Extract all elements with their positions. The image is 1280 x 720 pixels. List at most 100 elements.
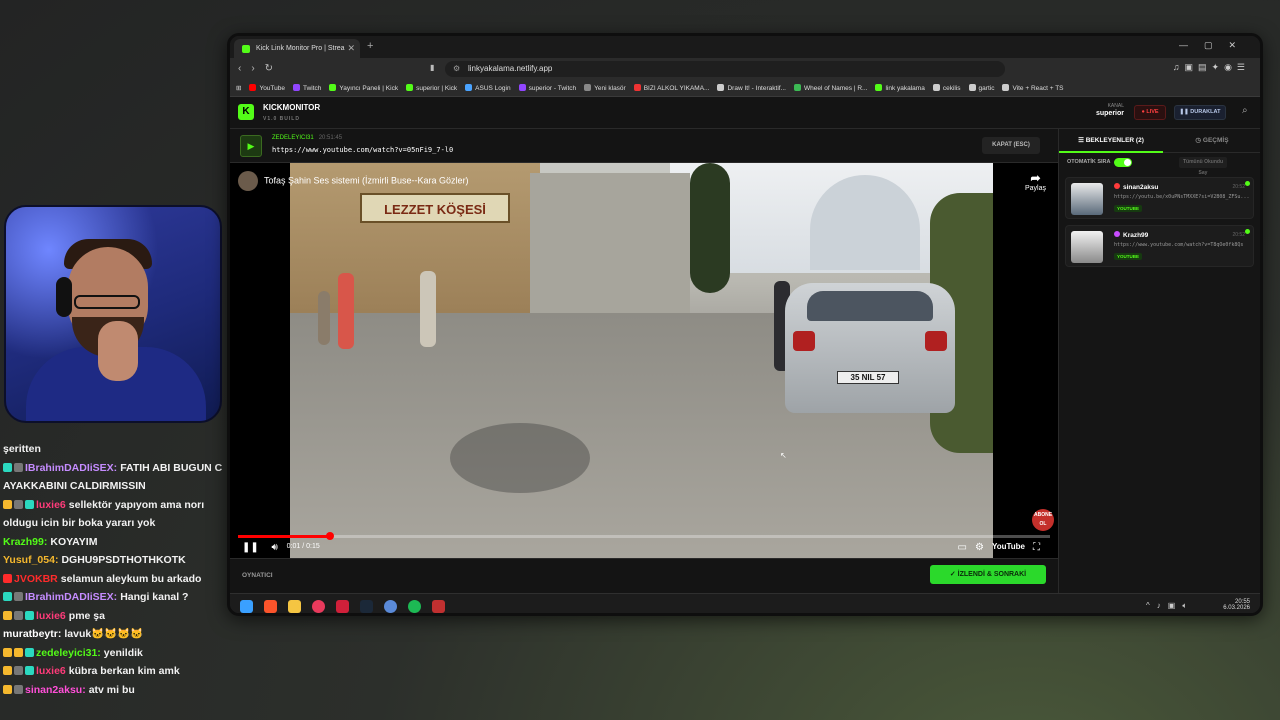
chat-username[interactable]: luxie6: [36, 665, 66, 677]
video-frame: LEZZET KÖŞESİ 35 NIL 57: [290, 163, 993, 558]
chat-username[interactable]: zedeleyici31:: [36, 647, 101, 659]
pause-icon[interactable]: ❚❚: [242, 542, 259, 553]
extension-icons[interactable]: ♫▣▤✦◉☰: [1173, 62, 1250, 73]
chat-username[interactable]: luxie6: [36, 499, 66, 511]
chat-username[interactable]: muratbeytr:: [3, 628, 61, 640]
bookmark-item[interactable]: BIZI ALKOL YIKAMA...: [633, 84, 709, 92]
tab-pending[interactable]: ☰ BEKLEYENLER (2): [1059, 129, 1163, 153]
app-red-icon[interactable]: [336, 600, 349, 613]
chat-username[interactable]: Yusuf_054:: [3, 554, 58, 566]
watched-next-button[interactable]: ✓ İZLENDİ & SONRAKİ: [930, 565, 1046, 584]
youtube-logo[interactable]: YouTube: [992, 542, 1025, 551]
file-explorer-icon[interactable]: [288, 600, 301, 613]
queue-item[interactable]: Krazh99 20:52 https://www.youtube.com/watc…: [1065, 225, 1254, 267]
bookmark-item[interactable]: superior - Twitch: [518, 84, 577, 92]
chat-username[interactable]: IBrahimDADIiSEX:: [25, 462, 117, 474]
system-clock[interactable]: 20:55 6.03.2026: [1223, 599, 1250, 611]
tab-history[interactable]: ◷ GEÇMİŞ: [1163, 129, 1260, 153]
chat-badge-icon: #2bd9c0: [25, 666, 34, 675]
channel-name: superior: [1095, 110, 1124, 117]
close-player-button[interactable]: KAPAT (ESC): [982, 137, 1040, 154]
bookmark-item[interactable]: YouTube: [249, 84, 285, 92]
share-button[interactable]: ➦ Paylaş: [1025, 171, 1046, 192]
chat-text: AYAKKABINI CALDIRMISSIN: [3, 480, 146, 492]
channel-avatar[interactable]: [238, 171, 258, 191]
queue-thumbnail[interactable]: [1071, 231, 1103, 263]
apps-grid-icon[interactable]: ⊞: [236, 84, 241, 92]
bookmark-item[interactable]: Yeni klasör: [584, 84, 626, 92]
settings-gear-icon[interactable]: ⚙: [975, 542, 992, 553]
chat-message: Krazh99: KOYAYIM: [0, 533, 225, 552]
video-title[interactable]: Tofaş Şahin Ses sistemi (İzmirli Buse--K…: [238, 171, 469, 191]
chat-username[interactable]: sinan2aksu:: [25, 684, 86, 696]
chat-badge-icon: #2bd9c0: [25, 610, 34, 620]
close-tab-icon[interactable]: ✕: [347, 43, 355, 54]
bookmark-item[interactable]: Yayıncı Paneli | Kick: [329, 84, 398, 92]
bookmark-item[interactable]: superior | Kick: [406, 84, 457, 92]
bookmark-item[interactable]: Twitch: [293, 84, 321, 92]
chat-username[interactable]: Krazh99:: [3, 536, 47, 548]
chat-badge-icon: #ff2b2b: [3, 573, 12, 583]
chat-badge-icon: #777: [14, 666, 23, 675]
bookmark-item[interactable]: gartic: [968, 84, 994, 92]
now-time: 20:51:45: [318, 135, 343, 141]
bookmarks-bar: ⊞ YouTube Twitch Yayıncı Paneli | Kick super…: [230, 80, 1260, 97]
steam-icon[interactable]: [360, 600, 373, 613]
captions-icon[interactable]: ▭: [958, 542, 975, 553]
start-icon[interactable]: [240, 600, 253, 613]
system-tray-icons[interactable]: ^♪▣🔈︎: [1146, 601, 1194, 611]
bookmark-item[interactable]: link yakalama: [875, 84, 925, 92]
bookmark-item[interactable]: Vite + React + TS: [1002, 84, 1064, 92]
app-blue-icon[interactable]: [384, 600, 397, 613]
progress-handle[interactable]: [325, 532, 334, 540]
pause-button[interactable]: ❚❚ DURAKLAT: [1174, 105, 1226, 120]
chat-username[interactable]: luxie6: [36, 610, 66, 622]
url-field[interactable]: ⚙ linkyakalama.netlify.app: [445, 61, 1005, 77]
video-player[interactable]: LEZZET KÖŞESİ 35 NIL 57 Tofaş Şahin Ses …: [230, 163, 1058, 558]
kick-monitor-app: K KICKMONITOR V1.0 BUILD KANAL superior …: [230, 97, 1260, 593]
youtube-play-icon: ▶: [240, 135, 262, 157]
chat-text: Hangi kanal ?: [120, 591, 189, 603]
queue-thumbnail[interactable]: [1071, 183, 1103, 215]
bookmark-item[interactable]: Wheel of Names | R...: [793, 84, 868, 92]
bookmark-item[interactable]: Draw It! - Interaktif...: [717, 84, 786, 92]
webcam-overlay: [4, 205, 222, 423]
navigation-icons[interactable]: ‹›↻: [238, 63, 283, 74]
brave-browser-icon[interactable]: [264, 600, 277, 613]
progress-bar[interactable]: [238, 532, 1050, 540]
bookmark-favicon-icon: [793, 84, 801, 91]
queue-source-tag: YOUTUBE: [1114, 205, 1143, 212]
search-icon[interactable]: ⌕: [1242, 105, 1248, 116]
chat-text: sellektör yapıyom ama norı: [68, 498, 205, 511]
window-controls[interactable]: —▢✕: [1179, 40, 1252, 51]
chat-badge-icon: #777: [14, 462, 23, 472]
bookmark-icon[interactable]: ▮: [430, 63, 434, 72]
chat-badge-icon: #2bd9c0: [25, 499, 34, 509]
fullscreen-icon[interactable]: ⛶: [1033, 542, 1048, 553]
channel-info: KANAL superior: [1088, 103, 1124, 117]
windows-taskbar: ^♪▣🔈︎ 20:55 6.03.2026: [230, 593, 1260, 613]
time-display: 0:01 / 0:15: [286, 543, 320, 550]
maps-icon[interactable]: [312, 600, 325, 613]
mark-all-read-button[interactable]: Tümünü Okundu Say: [1179, 157, 1227, 176]
spotify-icon[interactable]: [408, 600, 421, 613]
app-grid-icon[interactable]: [432, 600, 445, 613]
bookmark-label: superior - Twitch: [528, 85, 577, 92]
player-controls-left: ❚❚ 🔊︎ 0:01 / 0:15: [242, 542, 320, 553]
live-button[interactable]: ● LIVE: [1134, 105, 1166, 120]
bookmark-label: Wheel of Names | R...: [803, 85, 868, 92]
queue-item[interactable]: sinan2aksu 20:52 https://youtu.be/x0uPNsTM…: [1065, 177, 1254, 219]
site-info-icon[interactable]: ⚙: [453, 64, 460, 73]
online-dot-icon: [1245, 229, 1250, 234]
bookmark-label: cekilis: [942, 85, 961, 92]
chat-username[interactable]: IBrahimDADIiSEX:: [25, 591, 117, 603]
chat-username[interactable]: JVOKBR: [14, 573, 58, 585]
bookmark-favicon-icon: [518, 84, 526, 91]
bookmark-item[interactable]: ASUS Login: [465, 84, 511, 92]
auto-queue-toggle[interactable]: [1114, 158, 1132, 167]
browser-tab[interactable]: Kick Link Monitor Pro | Strea ✕: [234, 39, 360, 58]
volume-icon[interactable]: 🔊︎: [272, 542, 278, 553]
new-tab-icon[interactable]: +: [367, 40, 373, 52]
subscribe-badge[interactable]: ABONE OL: [1032, 509, 1054, 531]
bookmark-item[interactable]: cekilis: [932, 84, 961, 92]
